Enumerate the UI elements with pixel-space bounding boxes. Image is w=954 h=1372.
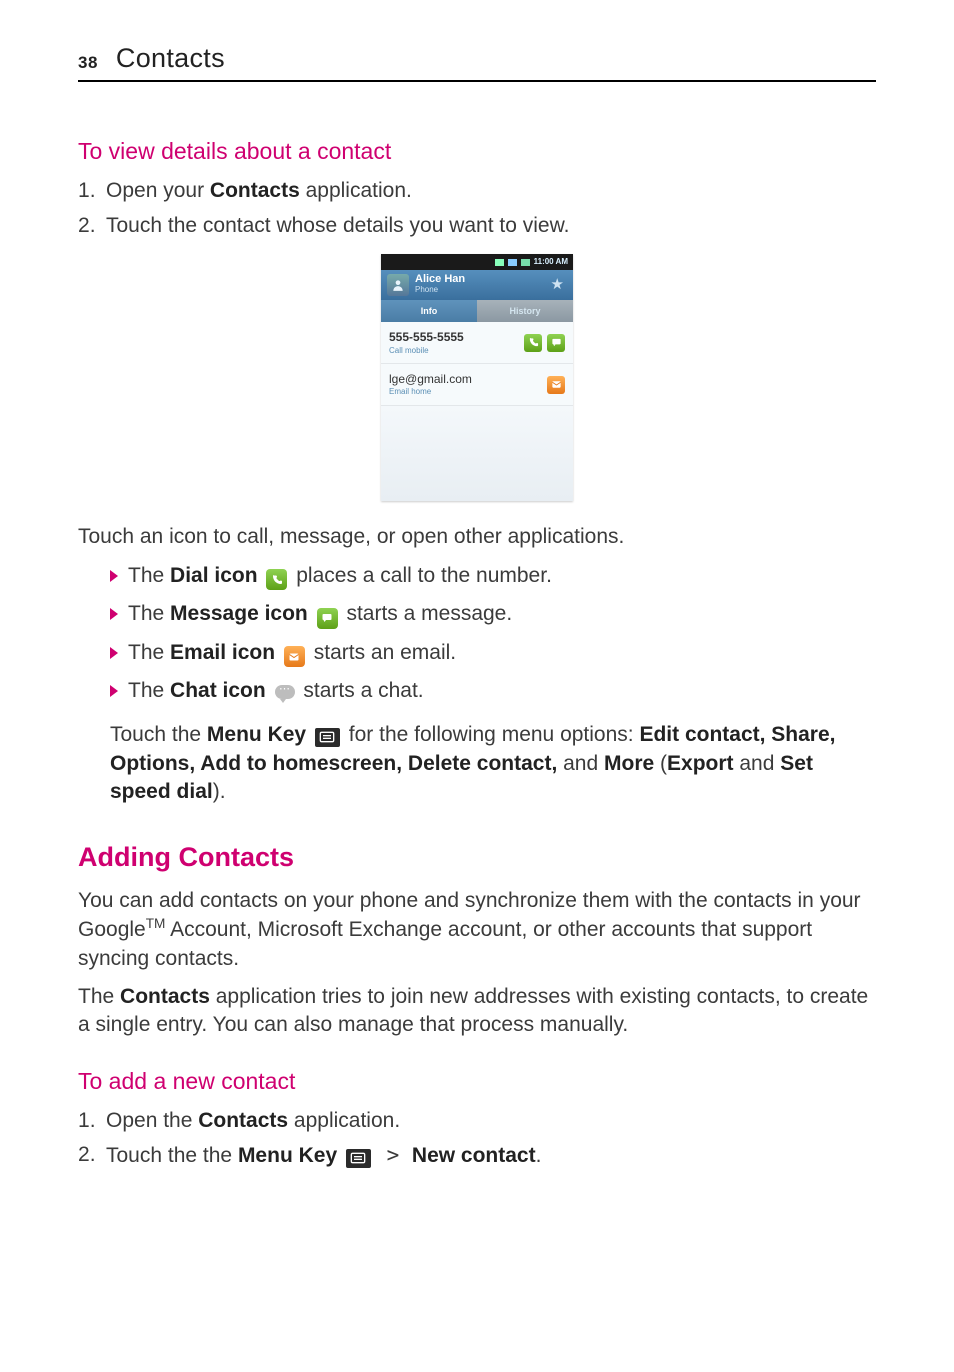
signal-icon (495, 259, 504, 266)
text: Touch the (110, 723, 207, 746)
text: starts a chat. (303, 679, 423, 702)
steps-add-new: Open the Contacts application. Touch the… (78, 1107, 876, 1171)
text: application. (288, 1109, 400, 1132)
text: The (128, 602, 170, 625)
avatar (387, 274, 409, 296)
email-icon-label: Email icon (170, 641, 275, 664)
section-heading-adding-contacts: Adding Contacts (78, 839, 876, 875)
email-label: Email home (389, 387, 542, 398)
list-item: The Email icon starts an email. (110, 639, 876, 668)
text: and (557, 752, 604, 775)
menu-key-label: Menu Key (207, 723, 306, 746)
text: ( (654, 752, 667, 775)
text: The (128, 679, 170, 702)
list-item: The Chat icon starts a chat. (110, 677, 876, 705)
text: Account, Microsoft Exchange account, or … (78, 918, 812, 969)
section-heading-add-new: To add a new contact (78, 1066, 876, 1097)
battery-icon (521, 259, 530, 266)
phone-label: Call mobile (389, 346, 519, 357)
step-2: Touch the the Menu Key > New contact. (78, 1141, 876, 1170)
section-heading-view-details: To view details about a contact (78, 136, 876, 167)
bullet-arrow-icon (110, 647, 118, 659)
new-contact-label: New contact (412, 1144, 536, 1167)
list-item: The Dial icon places a call to the numbe… (110, 562, 876, 591)
bullet-arrow-icon (110, 685, 118, 697)
tab-info[interactable]: Info (381, 300, 477, 322)
paragraph: The Contacts application tries to join n… (78, 983, 876, 1040)
text: ). (213, 780, 226, 803)
phone-screenshot: 11:00 AM Alice Han Phone ★ Info History … (381, 254, 573, 501)
dial-icon-label: Dial icon (170, 564, 258, 587)
call-icon[interactable] (524, 334, 542, 352)
contacts-label: Contacts (210, 179, 300, 202)
phone-row: 555-555-5555 Call mobile (381, 322, 573, 364)
step-1: Open your Contacts application. (78, 177, 876, 205)
text: for the following menu options: (349, 723, 640, 746)
email-address: lge@gmail.com (389, 371, 542, 387)
text: starts an email. (314, 641, 456, 664)
page-header: 38 Contacts (78, 40, 876, 82)
list-item: The Message icon starts a message. (110, 600, 876, 629)
export-label: Export (667, 752, 734, 775)
steps-view-details: Open your Contacts application. Touch th… (78, 177, 876, 240)
chat-icon (275, 685, 295, 699)
page-title: Contacts (116, 40, 225, 76)
text: Touch the the (106, 1144, 238, 1167)
text: places a call to the number. (296, 564, 552, 587)
contacts-label: Contacts (198, 1109, 288, 1132)
text: . (536, 1144, 542, 1167)
more-label: More (604, 752, 654, 775)
empty-area (381, 406, 573, 501)
page-number: 38 (78, 52, 98, 77)
screenshot-container: 11:00 AM Alice Han Phone ★ Info History … (78, 254, 876, 501)
star-icon[interactable]: ★ (551, 275, 567, 295)
chat-icon-label: Chat icon (170, 679, 266, 702)
phone-number: 555-555-5555 (389, 329, 519, 345)
tabs: Info History (381, 300, 573, 322)
phone-main: 555-555-5555 Call mobile (389, 329, 519, 356)
status-bar: 11:00 AM (381, 254, 573, 270)
text: Open the (106, 1109, 198, 1132)
menu-key-icon (315, 728, 340, 747)
text: The (78, 985, 120, 1008)
breadcrumb-separator: > (374, 1143, 412, 1167)
paragraph: Touch an icon to call, message, or open … (78, 523, 876, 551)
email-row: lge@gmail.com Email home (381, 364, 573, 406)
contact-title-block: Alice Han Phone (415, 274, 465, 296)
menu-key-icon (346, 1149, 371, 1168)
step-1: Open the Contacts application. (78, 1107, 876, 1135)
paragraph: You can add contacts on your phone and s… (78, 887, 876, 973)
text: and (734, 752, 781, 775)
text: application. (300, 179, 412, 202)
text: starts a message. (346, 602, 512, 625)
clock: 11:00 AM (534, 257, 568, 268)
contacts-label: Contacts (120, 985, 210, 1008)
text: The (128, 641, 170, 664)
message-icon-label: Message icon (170, 602, 308, 625)
email-icon[interactable] (547, 376, 565, 394)
text: The (128, 564, 170, 587)
message-icon (317, 608, 338, 629)
email-main: lge@gmail.com Email home (389, 371, 542, 398)
text: Touch the contact whose details you want… (106, 214, 569, 237)
tab-history[interactable]: History (477, 300, 573, 322)
step-2: Touch the contact whose details you want… (78, 212, 876, 240)
contact-source: Phone (415, 285, 465, 296)
text: Open your (106, 179, 210, 202)
manual-page: 38 Contacts To view details about a cont… (0, 0, 954, 1372)
trademark: TM (146, 916, 166, 931)
menu-paragraph: Touch the Menu Key for the following men… (110, 721, 876, 806)
contact-name: Alice Han (415, 274, 465, 285)
contact-header: Alice Han Phone ★ (381, 270, 573, 300)
email-icon (284, 646, 305, 667)
wifi-icon (508, 259, 517, 266)
bullet-arrow-icon (110, 570, 118, 582)
menu-key-label: Menu Key (238, 1144, 337, 1167)
sms-icon[interactable] (547, 334, 565, 352)
dial-icon (266, 569, 287, 590)
bullet-arrow-icon (110, 608, 118, 620)
icon-explanations: The Dial icon places a call to the numbe… (78, 562, 876, 807)
